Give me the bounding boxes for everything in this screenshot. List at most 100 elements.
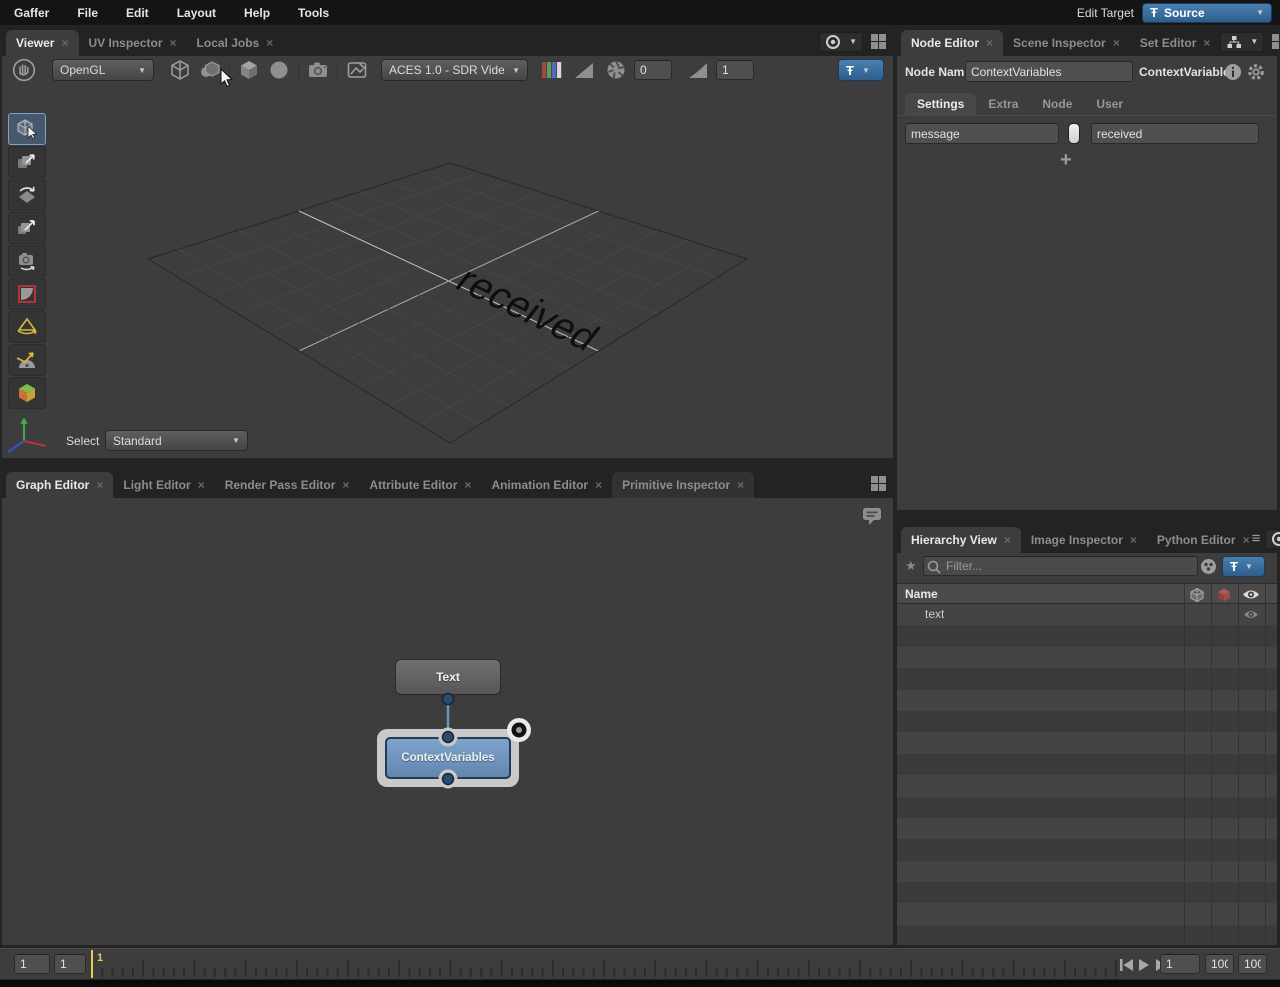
tab-node-editor[interactable]: Node Editor ×: [901, 30, 1003, 56]
range-start-input[interactable]: [14, 954, 50, 974]
tab-viewer[interactable]: Viewer ×: [6, 30, 79, 56]
shaded-cube-icon[interactable]: [237, 58, 261, 82]
close-icon[interactable]: ×: [1243, 533, 1250, 547]
close-icon[interactable]: ×: [986, 36, 993, 50]
hierarchy-focus-menu-button[interactable]: ▼: [1265, 529, 1280, 549]
light-position-tool-button[interactable]: [8, 344, 46, 376]
select-tool-button[interactable]: [8, 113, 46, 145]
tab-set-editor[interactable]: Set Editor ×: [1130, 30, 1221, 56]
close-icon[interactable]: ×: [198, 478, 205, 492]
tab-animation-editor[interactable]: Animation Editor ×: [481, 472, 612, 498]
viewer-focus-menu-button[interactable]: ▼: [819, 32, 863, 52]
subtab-node[interactable]: Node: [1030, 93, 1084, 115]
gear-icon[interactable]: [1247, 63, 1265, 81]
tab-light-editor[interactable]: Light Editor ×: [113, 472, 214, 498]
colorspace-dropdown[interactable]: ACES 1.0 - SDR Video ▼: [381, 59, 528, 81]
close-icon[interactable]: ×: [170, 36, 177, 50]
hierarchy-filter-input[interactable]: [923, 556, 1198, 576]
close-icon[interactable]: ×: [595, 478, 602, 492]
subtab-user[interactable]: User: [1084, 93, 1135, 115]
viewport-3d[interactable]: received: [2, 84, 893, 458]
light-tool-button[interactable]: [8, 311, 46, 343]
variable-enabled-toggle[interactable]: [1068, 123, 1080, 144]
close-icon[interactable]: ×: [464, 478, 471, 492]
gamma-curve-icon[interactable]: [686, 58, 710, 82]
bookmark-star-icon[interactable]: ★: [905, 558, 917, 574]
close-icon[interactable]: ×: [737, 478, 744, 492]
tab-hierarchy-view[interactable]: Hierarchy View ×: [901, 527, 1021, 553]
exposure-aperture-icon[interactable]: [604, 58, 628, 82]
tab-scene-inspector[interactable]: Scene Inspector ×: [1003, 30, 1130, 56]
output-plug[interactable]: [443, 774, 454, 785]
histogram-icon[interactable]: [572, 58, 596, 82]
selection-mask-icon[interactable]: [198, 58, 222, 82]
tab-graph-editor[interactable]: Graph Editor ×: [6, 472, 113, 498]
menu-layout[interactable]: Layout: [163, 6, 230, 20]
menu-edit[interactable]: Edit: [112, 6, 163, 20]
camera-icon[interactable]: [306, 58, 330, 82]
menu-help[interactable]: Help: [230, 6, 284, 20]
tab-render-pass-editor[interactable]: Render Pass Editor ×: [215, 472, 360, 498]
close-icon[interactable]: ×: [342, 478, 349, 492]
hamburger-menu-icon[interactable]: ≡: [1252, 530, 1261, 547]
menu-gaffer[interactable]: Gaffer: [0, 6, 63, 20]
close-icon[interactable]: ×: [1113, 36, 1120, 50]
playback-start-input[interactable]: [54, 954, 86, 974]
select-mode-dropdown[interactable]: Standard ▼: [105, 430, 248, 451]
layout-grid-icon[interactable]: [1271, 33, 1280, 50]
node-name-input[interactable]: [965, 61, 1133, 82]
scene-view-tool-button[interactable]: [8, 377, 46, 409]
variable-value-input[interactable]: [1091, 123, 1259, 144]
variable-name-input[interactable]: [905, 123, 1059, 144]
output-plug[interactable]: [443, 694, 454, 705]
viewer-pin-dropdown[interactable]: Ŧ ▼: [838, 59, 884, 81]
input-plug[interactable]: [443, 732, 454, 743]
layout-grid-icon[interactable]: [870, 33, 887, 50]
close-icon[interactable]: ×: [266, 36, 273, 50]
render-cube-column-icon[interactable]: [1216, 587, 1232, 603]
tab-python-editor[interactable]: Python Editor ×: [1147, 527, 1252, 553]
close-icon[interactable]: ×: [96, 478, 103, 492]
close-icon[interactable]: ×: [1203, 36, 1210, 50]
scale-tool-button[interactable]: [8, 212, 46, 244]
graph-editor-canvas[interactable]: Text ContextVariables: [2, 498, 893, 945]
channels-rgb-icon[interactable]: [540, 58, 564, 82]
playhead[interactable]: [91, 950, 93, 978]
name-column-header[interactable]: Name: [897, 587, 938, 601]
close-icon[interactable]: ×: [1130, 533, 1137, 547]
close-icon[interactable]: ×: [61, 36, 68, 50]
rotate-tool-button[interactable]: [8, 179, 46, 211]
hierarchy-pin-dropdown[interactable]: Ŧ ▼: [1222, 556, 1265, 577]
visibility-eye-icon[interactable]: [1243, 609, 1259, 620]
menu-tools[interactable]: Tools: [284, 6, 343, 20]
tab-uv-inspector[interactable]: UV Inspector ×: [79, 30, 187, 56]
renderer-dropdown[interactable]: OpenGL ▼: [52, 59, 154, 81]
edit-target-dropdown[interactable]: Ŧ Source ▼: [1142, 3, 1272, 23]
camera-tool-button[interactable]: [8, 245, 46, 277]
menu-file[interactable]: File: [63, 6, 112, 20]
scene-cube-column-icon[interactable]: [1189, 587, 1205, 603]
skip-to-start-icon[interactable]: [1120, 959, 1133, 971]
playback-end-input[interactable]: [1205, 954, 1234, 974]
info-icon[interactable]: [1224, 63, 1242, 81]
timeline-ruler[interactable]: [90, 951, 1120, 979]
tab-primitive-inspector[interactable]: Primitive Inspector ×: [612, 472, 754, 498]
hierarchy-row-text[interactable]: text: [897, 604, 1277, 625]
tab-local-jobs[interactable]: Local Jobs ×: [187, 30, 284, 56]
pan-hand-icon[interactable]: [12, 58, 36, 82]
add-variable-button[interactable]: +: [1060, 150, 1072, 170]
translate-tool-button[interactable]: [8, 146, 46, 178]
shaded-sphere-icon[interactable]: [267, 58, 291, 82]
node-editor-mode-button[interactable]: ▼: [1220, 32, 1264, 52]
hierarchy-header[interactable]: Name: [897, 583, 1277, 604]
exposure-input[interactable]: [634, 60, 672, 80]
subtab-extra[interactable]: Extra: [976, 93, 1030, 115]
range-end-input[interactable]: [1238, 954, 1267, 974]
visibility-eye-icon[interactable]: [1242, 588, 1260, 601]
crop-window-tool-button[interactable]: [8, 278, 46, 310]
gamma-input[interactable]: [716, 60, 754, 80]
tab-image-inspector[interactable]: Image Inspector ×: [1021, 527, 1147, 553]
current-frame-input[interactable]: [1160, 954, 1200, 974]
set-filter-icon[interactable]: [1200, 558, 1217, 575]
close-icon[interactable]: ×: [1004, 533, 1011, 547]
